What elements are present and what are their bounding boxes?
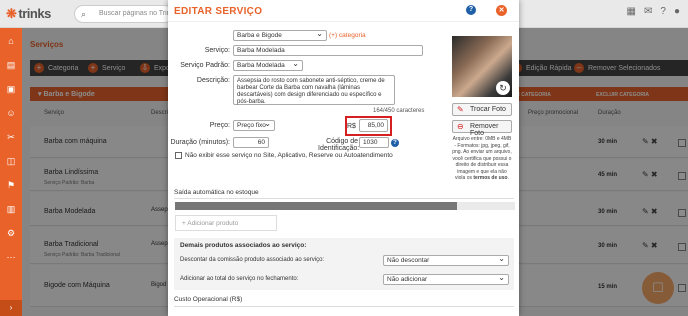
nao-exibir-checkbox[interactable]: [175, 152, 182, 159]
demais-title: Demais produtos associados ao serviço:: [180, 242, 307, 249]
preco-input[interactable]: 85,00: [359, 119, 388, 132]
logo-text: trinks: [18, 6, 51, 21]
logo-mark-icon: ❋: [6, 6, 17, 21]
adicionar-produto-input[interactable]: + Adicionar produto: [175, 215, 277, 231]
info-icon[interactable]: ?: [391, 139, 399, 147]
desconto-label: Descontar da comissão produto associado …: [180, 257, 325, 263]
servico-label: Serviço:: [204, 47, 230, 54]
wrench-icon: ✎: [457, 105, 464, 114]
stock-bar: [175, 202, 515, 210]
cash-icon[interactable]: ▣: [0, 78, 22, 100]
trocar-foto-button[interactable]: ✎ Trocar Foto: [452, 103, 512, 116]
notification-bell-icon[interactable]: ✉: [644, 6, 652, 17]
more-icon[interactable]: ⋯: [0, 246, 22, 268]
top-icons: ▦ ✉ ? ●: [627, 6, 680, 17]
custo-title: Custo Operacional (R$): [174, 296, 243, 303]
sidebar: ⌂ ▤ ▣ ☺ ✂ ◫ ⚑ ▥ ⚙ ⋯ ›: [0, 28, 22, 316]
currency-label: R$: [347, 123, 356, 130]
duracao-input[interactable]: 60: [233, 137, 269, 148]
marketing-icon[interactable]: ⚑: [0, 174, 22, 196]
divider: [174, 198, 514, 199]
close-icon[interactable]: ✕: [496, 5, 507, 16]
search-input[interactable]: ⌕ Buscar páginas no Trinks: [74, 5, 174, 23]
servico-padrao-select[interactable]: Barba Modelada: [233, 60, 303, 71]
preco-label: Preço:: [209, 122, 230, 129]
products-icon[interactable]: ◫: [0, 150, 22, 172]
home-icon[interactable]: ⌂: [0, 30, 22, 52]
reports-icon[interactable]: ▥: [0, 198, 22, 220]
trinks-logo[interactable]: ❋ trinks: [6, 6, 51, 22]
saida-title: Saída automática no estoque: [174, 189, 259, 196]
search-icon: ⌕: [81, 9, 87, 19]
remover-foto-button[interactable]: ⊖ Remover Foto: [452, 120, 512, 137]
divider: [174, 306, 514, 307]
add-category-link[interactable]: (+) categoria: [329, 32, 366, 39]
service-photo: ↻: [452, 36, 512, 97]
calendar-side-icon[interactable]: ▤: [0, 54, 22, 76]
rotate-icon[interactable]: ↻: [496, 81, 510, 95]
upload-hint: Arquivo entre: 0MB e 4MB - Formatos: jpg…: [452, 136, 512, 181]
terms-link[interactable]: termos de uso: [473, 175, 507, 181]
services-icon[interactable]: ✂: [0, 126, 22, 148]
duracao-label: Duração (minutos):: [170, 139, 230, 146]
codigo-label: Código de Identificação:: [318, 138, 360, 152]
nao-exibir-label: Não exibir esse serviço no Site, Aplicat…: [185, 152, 393, 159]
search-placeholder: Buscar páginas no Trinks: [99, 10, 171, 17]
servico-input[interactable]: Barba Modelada: [233, 45, 423, 56]
clients-icon[interactable]: ☺: [0, 102, 22, 124]
sidebar-expand-icon[interactable]: ›: [0, 300, 22, 316]
help-icon[interactable]: ?: [660, 6, 666, 17]
modal-header: EDITAR SERVIÇO ? ✕: [168, 0, 519, 22]
stock-bar-fill: [175, 202, 458, 210]
modal-title: EDITAR SERVIÇO: [174, 6, 263, 17]
calendar-icon[interactable]: ▦: [627, 6, 636, 17]
preco-tipo-select[interactable]: Preço fixo: [233, 120, 275, 131]
char-counter: 164/450 caracteres: [373, 108, 425, 114]
user-avatar[interactable]: ●: [674, 6, 680, 17]
adicionar-label: Adicionar ao total do serviço no fechame…: [180, 276, 299, 282]
descricao-textarea[interactable]: Assepsia do rosto com sabonete anti-sépt…: [233, 75, 395, 105]
adicionar-select[interactable]: Não adicionar: [383, 274, 509, 285]
codigo-input[interactable]: 1030: [359, 137, 389, 148]
descricao-label: Descrição:: [196, 77, 230, 84]
padrao-label: Serviço Padrão:: [180, 62, 230, 69]
help-icon[interactable]: ?: [466, 5, 476, 15]
settings-icon[interactable]: ⚙: [0, 222, 22, 244]
edit-service-modal: EDITAR SERVIÇO ? ✕ Categoria: Barba e Bi…: [168, 0, 519, 316]
demais-produtos-panel: Demais produtos associados ao serviço: D…: [174, 238, 514, 290]
minus-circle-icon: ⊖: [457, 122, 464, 131]
categoria-select[interactable]: Barba e Bigode: [233, 30, 327, 41]
desconto-select[interactable]: Não descontar: [383, 255, 509, 266]
